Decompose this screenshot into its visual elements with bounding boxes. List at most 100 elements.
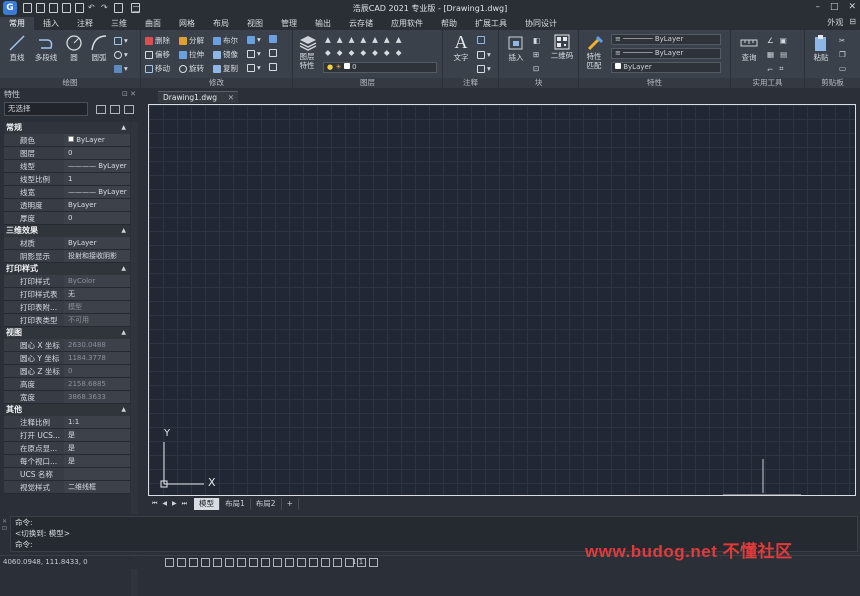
close-tab-icon[interactable]: ✕ — [228, 92, 234, 104]
prop-row[interactable]: 图层 0 — [4, 147, 130, 160]
tab-manage[interactable]: 管理 — [272, 17, 306, 30]
appearance-menu[interactable]: 外观 — [827, 17, 843, 28]
arc-tool[interactable]: 圆弧 — [88, 34, 110, 63]
tab-extensions[interactable]: 扩展工具 — [466, 17, 516, 30]
save-as-icon[interactable] — [62, 3, 71, 13]
layer-tool-7-icon[interactable]: ▲ — [396, 35, 402, 44]
undo-icon[interactable]: ↶ — [88, 3, 97, 13]
stretch-tool[interactable]: 拉伸 — [179, 49, 204, 60]
color-combo[interactable]: ≡ ─────── ByLayer — [611, 34, 721, 45]
layer-combo[interactable]: ● ☀ 0 — [323, 62, 437, 73]
tab-layout1[interactable]: 布局1 — [220, 498, 251, 510]
tab-annotate[interactable]: 注释 — [68, 17, 102, 30]
app-logo-icon[interactable]: G — [3, 1, 17, 15]
lineweight-icon[interactable] — [273, 558, 282, 567]
scale-icon[interactable] — [269, 49, 277, 57]
tab-layout[interactable]: 布局 — [204, 17, 238, 30]
prop-row[interactable]: 透明度 ByLayer — [4, 199, 130, 212]
polar-icon[interactable] — [201, 558, 210, 567]
document-tab[interactable]: Drawing1.dwg ✕ — [158, 91, 238, 103]
prop-row[interactable]: 打印样式 ByColor — [4, 275, 130, 288]
tab-mesh[interactable]: 网格 — [170, 17, 204, 30]
open-file-icon[interactable] — [36, 3, 45, 13]
prop-row[interactable]: 打印表附... 模型 — [4, 301, 130, 314]
layer-tool-3-icon[interactable]: ▲ — [349, 35, 355, 44]
prop-row[interactable]: 颜色 ByLayer — [4, 134, 130, 147]
select-all-icon[interactable]: ▣ — [780, 36, 787, 45]
select-objects-icon[interactable] — [110, 105, 120, 114]
lineweight-combo[interactable]: ByLayer — [611, 62, 721, 73]
prop-row[interactable]: UCS 名称 — [4, 468, 130, 481]
prop-row[interactable]: 打印样式表无 — [4, 288, 130, 301]
tab-home[interactable]: 常用 — [0, 17, 34, 30]
section-plot-style[interactable]: 打印样式 ▲ — [4, 263, 130, 275]
section-3d[interactable]: 三维效果 ▲ — [4, 225, 130, 237]
pan-icon[interactable] — [369, 558, 378, 567]
fillet-icon[interactable]: ▾ — [247, 63, 261, 72]
grid-icon[interactable] — [165, 558, 174, 567]
close-button[interactable]: ✕ — [848, 2, 856, 12]
align-icon[interactable] — [269, 35, 277, 43]
block-define-icon[interactable]: ⊡ — [533, 64, 539, 73]
rotate-tool[interactable]: 旋转 — [179, 63, 204, 74]
copy-tool[interactable]: 复制 — [213, 63, 238, 74]
measure-angle-icon[interactable]: ∠ — [767, 36, 774, 45]
prop-row[interactable]: 线型比例 1 — [4, 173, 130, 186]
line-tool[interactable]: 直线 — [6, 34, 28, 63]
match-properties-tool[interactable]: 特性匹配 — [583, 34, 607, 70]
new-file-icon[interactable] — [23, 3, 32, 13]
prop-row[interactable]: 高度 2158.6885 — [4, 378, 130, 391]
layer-tool-11-icon[interactable]: ◆ — [360, 48, 366, 57]
maximize-button[interactable]: □ — [830, 2, 839, 12]
tab-view[interactable]: 视图 — [238, 17, 272, 30]
rectangle-icon[interactable]: ▾ — [114, 36, 128, 45]
prop-row[interactable]: 圆心 Z 坐标 0 — [4, 365, 130, 378]
ellipse-icon[interactable]: ▾ — [114, 50, 128, 59]
next-layout-icon[interactable]: ▶ — [172, 500, 177, 508]
prev-layout-icon[interactable]: ◀ — [162, 500, 167, 508]
leader-icon[interactable]: ▾ — [477, 50, 491, 59]
layer-tool-4-icon[interactable]: ▲ — [360, 35, 366, 44]
paste-tool[interactable]: 粘贴 — [809, 34, 833, 63]
tab-model[interactable]: 模型 — [194, 498, 220, 510]
point-icon[interactable]: ⌐ — [767, 65, 773, 74]
qrcode-tool[interactable]: 二维码 — [549, 34, 575, 61]
array-icon[interactable]: ▾ — [247, 35, 261, 44]
offset-tool[interactable]: 偏移 — [145, 49, 170, 60]
drawing-canvas[interactable] — [148, 104, 856, 496]
redo-icon[interactable]: ↷ — [101, 3, 110, 13]
section-general[interactable]: 常规 ▲ — [4, 122, 130, 134]
3d-osnap-icon[interactable] — [225, 558, 234, 567]
toggle-pickadd-icon[interactable] — [96, 105, 106, 114]
dimension-icon[interactable]: ▾ — [477, 64, 491, 73]
circle-tool[interactable]: 圆 — [64, 34, 84, 63]
ducs-icon[interactable] — [249, 558, 258, 567]
layer-tool-8-icon[interactable]: ◆ — [325, 48, 331, 57]
layer-tool-14-icon[interactable]: ◆ — [396, 48, 402, 57]
block-edit-icon[interactable]: ◧ — [533, 36, 540, 45]
prop-row[interactable]: 圆心 Y 坐标 1184.3778 — [4, 352, 130, 365]
layer-properties-tool[interactable]: 图层特性 — [296, 34, 320, 70]
query-tool[interactable]: 查询 — [735, 34, 763, 63]
ortho-icon[interactable] — [189, 558, 198, 567]
prop-row[interactable]: 打开 UCS... 是 — [4, 429, 130, 442]
tab-collab[interactable]: 协同设计 — [516, 17, 566, 30]
trim-icon[interactable]: ▾ — [247, 49, 261, 58]
prop-row[interactable]: 材质 ByLayer — [4, 237, 130, 250]
annotation-scale[interactable]: 1:1 — [352, 558, 363, 566]
print-icon[interactable] — [75, 3, 84, 13]
quick-select-palette-icon[interactable] — [124, 105, 134, 114]
tab-surface[interactable]: 曲面 — [136, 17, 170, 30]
otrack-icon[interactable] — [237, 558, 246, 567]
osnap-icon[interactable] — [213, 558, 222, 567]
workspace-icon[interactable] — [114, 3, 123, 13]
calculator-icon[interactable]: ▦ — [767, 50, 774, 59]
transparency-icon[interactable] — [285, 558, 294, 567]
lengthen-icon[interactable] — [269, 63, 277, 71]
snap-icon[interactable] — [177, 558, 186, 567]
explode-tool[interactable]: 分解 — [179, 35, 204, 46]
text-tool[interactable]: A 文字 — [449, 32, 473, 63]
block-attr-icon[interactable]: ⊞ — [533, 50, 539, 59]
model-space-icon[interactable] — [333, 558, 342, 567]
layer-tool-13-icon[interactable]: ◆ — [384, 48, 390, 57]
